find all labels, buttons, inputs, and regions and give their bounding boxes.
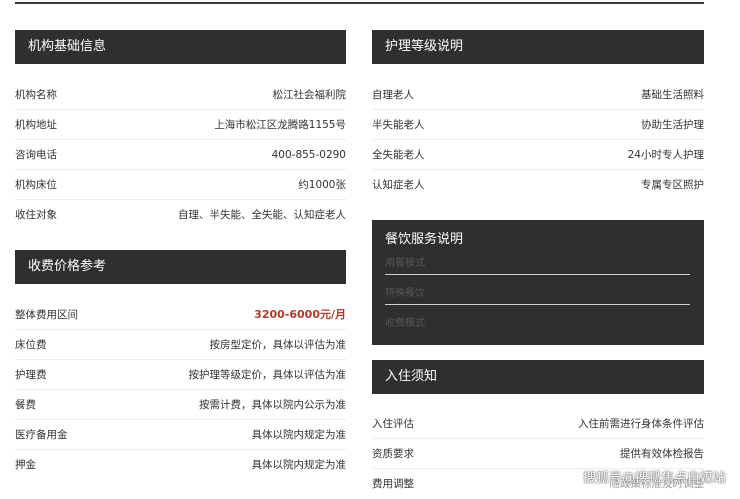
- row-value: 24小时专人护理: [627, 149, 704, 161]
- table-row: 入住评估 入住前需进行身体条件评估: [372, 409, 704, 439]
- row-value: 基础生活照料: [641, 89, 704, 101]
- divider: [385, 274, 690, 275]
- table-row: 护理费 按护理等级定价，具体以评估为准: [15, 360, 346, 390]
- table-row: 机构名称 松江社会福利院: [15, 80, 346, 110]
- watermark-text: 搜狐号@搜狐焦点自媒站: [582, 471, 726, 486]
- row-label: 费用调整: [372, 478, 414, 490]
- row-value: 协助生活护理: [641, 119, 704, 131]
- row-value: 按护理等级定价，具体以评估为准: [188, 369, 347, 381]
- row-label: 机构地址: [15, 119, 57, 131]
- table-row: 认知症老人 专属专区照护: [372, 170, 704, 200]
- row-label: 咨询电话: [15, 149, 57, 161]
- fees-title: 收费价格参考: [28, 259, 107, 274]
- row-value: 具体以院内规定为准: [251, 459, 347, 471]
- dining-item: 特殊餐饮: [385, 288, 425, 299]
- dining-title: 餐饮服务说明: [385, 232, 464, 247]
- basic-info-header: 机构基础信息: [15, 30, 346, 64]
- price-range-value: 3200-6000元/月: [254, 308, 346, 321]
- table-row: 医疗备用金 具体以院内规定为准: [15, 420, 346, 450]
- row-label: 资质要求: [372, 448, 414, 460]
- table-row: 半失能老人 协助生活护理: [372, 110, 704, 140]
- row-value: 提供有效体检报告: [620, 448, 704, 460]
- row-value: 上海市松江区龙腾路1155号: [214, 119, 346, 131]
- row-label: 护理费: [15, 369, 47, 381]
- row-label: 押金: [15, 459, 36, 471]
- row-label: 收住对象: [15, 209, 57, 221]
- row-value: 具体以院内规定为准: [251, 429, 347, 441]
- table-row: 咨询电话 400-855-0290: [15, 140, 346, 170]
- row-label: 自理老人: [372, 89, 414, 101]
- dining-item: 收费模式: [385, 318, 425, 329]
- dining-panel: 餐饮服务说明 用餐模式 特殊餐饮 收费模式: [372, 220, 704, 345]
- row-label: 半失能老人: [372, 119, 425, 131]
- table-row: 床位费 按房型定价，具体以评估为准: [15, 330, 346, 360]
- row-label: 机构床位: [15, 179, 57, 191]
- row-label: 整体费用区间: [15, 309, 78, 321]
- table-row: 资质要求 提供有效体检报告: [372, 439, 704, 469]
- row-value: 松江社会福利院: [272, 89, 347, 101]
- care-level-header: 护理等级说明: [372, 30, 704, 64]
- row-label: 全失能老人: [372, 149, 425, 161]
- row-value: 入住前需进行身体条件评估: [578, 418, 704, 430]
- care-level-title: 护理等级说明: [385, 39, 464, 54]
- table-row: 押金 具体以院内规定为准: [15, 450, 346, 480]
- basic-info-title: 机构基础信息: [28, 39, 107, 54]
- table-row: 收住对象 自理、半失能、全失能、认知症老人: [15, 200, 346, 230]
- row-value: 按需计费，具体以院内公示为准: [199, 399, 346, 411]
- fees-header: 收费价格参考: [15, 250, 346, 284]
- divider: [385, 304, 690, 305]
- row-label: 餐费: [15, 399, 36, 411]
- row-value: 自理、半失能、全失能、认知症老人: [178, 209, 346, 221]
- row-label: 入住评估: [372, 418, 414, 430]
- row-label: 医疗备用金: [15, 429, 68, 441]
- dining-item: 用餐模式: [385, 258, 425, 269]
- row-label: 机构名称: [15, 89, 57, 101]
- admission-header: 入住须知: [372, 360, 704, 394]
- table-row: 机构床位 约1000张: [15, 170, 346, 200]
- table-row: 自理老人 基础生活照料: [372, 80, 704, 110]
- table-row: 机构地址 上海市松江区龙腾路1155号: [15, 110, 346, 140]
- table-row: 餐费 按需计费，具体以院内公示为准: [15, 390, 346, 420]
- row-value: 400-855-0290: [271, 149, 346, 161]
- table-row: 整体费用区间 3200-6000元/月: [15, 300, 346, 330]
- row-value: 按房型定价，具体以评估为准: [209, 339, 347, 351]
- row-label: 床位费: [15, 339, 47, 351]
- top-divider: [15, 2, 704, 4]
- admission-title: 入住须知: [385, 369, 438, 384]
- row-value: 约1000张: [298, 179, 346, 191]
- row-label: 认知症老人: [372, 179, 425, 191]
- row-value: 专属专区照护: [641, 179, 704, 191]
- table-row: 全失能老人 24小时专人护理: [372, 140, 704, 170]
